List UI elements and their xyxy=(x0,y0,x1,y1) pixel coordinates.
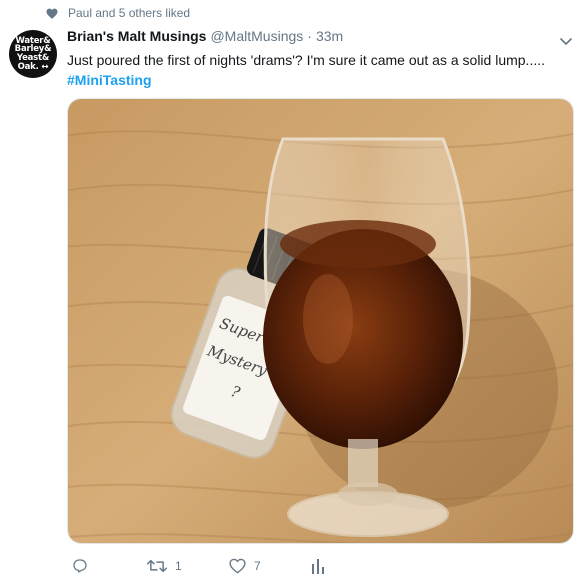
heart-icon xyxy=(46,8,58,19)
tweet-header: Brian's Malt Musings @MaltMusings · 33m xyxy=(67,28,343,44)
retweet-button[interactable]: 1 xyxy=(147,558,182,574)
avatar[interactable]: Water& Barley& Yeast& Oak. ↔ xyxy=(9,30,57,78)
retweet-icon xyxy=(147,558,167,574)
retweet-count: 1 xyxy=(175,559,182,573)
chevron-down-icon[interactable] xyxy=(560,33,572,51)
heart-outline-icon xyxy=(229,558,246,574)
separator-dot: · xyxy=(307,28,312,44)
timestamp[interactable]: 33m xyxy=(316,28,343,44)
reply-button[interactable] xyxy=(72,558,96,574)
like-count: 7 xyxy=(254,559,261,573)
social-context-text[interactable]: Paul and 5 others liked xyxy=(68,6,190,20)
tweet-photo[interactable]: Super Secret Mystery dram ? xyxy=(67,98,574,544)
social-context: Paul and 5 others liked xyxy=(46,6,190,20)
user-handle[interactable]: @MaltMusings xyxy=(210,28,303,44)
avatar-line: Oak. ↔ xyxy=(17,61,49,72)
tweet-text: Just poured the first of nights 'drams'?… xyxy=(67,52,546,68)
analytics-icon xyxy=(311,558,325,574)
hashtag-link[interactable]: #MiniTasting xyxy=(67,70,152,90)
like-button[interactable]: 7 xyxy=(229,558,261,574)
analytics-button[interactable] xyxy=(311,558,333,574)
display-name[interactable]: Brian's Malt Musings xyxy=(67,28,206,44)
reply-icon xyxy=(72,558,88,574)
